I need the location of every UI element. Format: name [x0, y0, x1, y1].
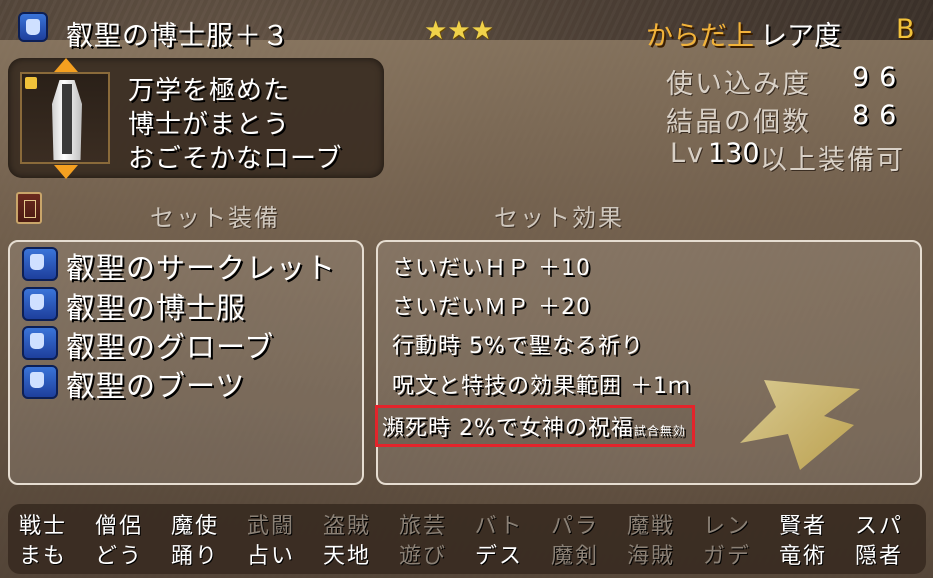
job-label: どう [94, 544, 143, 569]
crystal-value: 86 [852, 100, 907, 131]
usage-label: 使い込み度 [666, 69, 811, 100]
job-label: 竜術 [778, 544, 827, 569]
level-prefix: Lv [670, 138, 706, 169]
job-label: 魔剣 [550, 544, 599, 569]
set-effect-line-highlighted: 瀕死時 2%で女神の祝福試合無効 [375, 405, 695, 447]
item-image [20, 72, 110, 164]
slot-type: からだ上 [646, 21, 754, 52]
job-label: 武闘 [246, 514, 295, 539]
title-bar: 叡聖の博士服＋３ ★★★ からだ上 レア度 B [8, 8, 924, 52]
boot-icon [22, 365, 58, 399]
book-icon[interactable] [16, 192, 42, 224]
job-label: 天地 [322, 544, 371, 569]
body-armor-icon [22, 287, 58, 321]
set-equipment-heading: セット装備 [150, 204, 280, 232]
rarity-stars: ★★★ [424, 16, 494, 46]
rarity-label: レア度 [760, 21, 841, 52]
set-item-name: 叡聖のグローブ [66, 330, 275, 364]
set-effect-heading: セット効果 [494, 204, 624, 232]
set-effect-text: 瀕死時 2%で女神の祝福 [382, 416, 634, 441]
job-label: 賢者 [778, 514, 827, 539]
set-item-name: 叡聖のブーツ [66, 369, 246, 403]
job-label: 隠者 [854, 544, 903, 569]
job-label: レン [702, 514, 751, 539]
job-label: パラ [550, 514, 599, 539]
body-armor-icon [18, 12, 48, 42]
scroll-up-arrow-icon[interactable] [54, 58, 78, 72]
level-suffix: 以上装備可 [760, 145, 905, 176]
set-effect-line: さいだいＨＰ ＋10 [392, 256, 591, 281]
crystal-label: 結晶の個数 [666, 107, 811, 138]
usage-value: 96 [852, 62, 907, 93]
job-label: 魔使 [170, 514, 219, 539]
job-label: スパ [854, 514, 903, 539]
set-effect-note: 試合無効 [633, 424, 686, 438]
glove-icon [22, 326, 58, 360]
set-effect-line: 行動時 5%で聖なる祈り [392, 334, 644, 359]
job-label: デス [474, 544, 523, 569]
lock-icon [25, 77, 37, 89]
helmet-icon [22, 247, 58, 281]
job-label: ガデ [702, 544, 751, 569]
level-value: 130 [708, 138, 760, 169]
description-line-1: 万学を極めた [128, 76, 291, 106]
job-label: バト [474, 514, 524, 539]
scroll-down-arrow-icon[interactable] [54, 165, 78, 179]
robe-trim [62, 84, 72, 154]
job-label: 旅芸 [398, 514, 447, 539]
job-label: 遊び [398, 544, 447, 569]
description-line-3: おごそかなローブ [128, 144, 343, 174]
job-label: 占い [246, 544, 295, 569]
rarity-value: B [896, 14, 915, 45]
set-item-name: 叡聖のサークレット [66, 251, 337, 285]
job-label: まも [18, 544, 67, 569]
description-line-2: 博士がまとう [128, 110, 291, 140]
job-label: 戦士 [18, 514, 67, 539]
item-name: 叡聖の博士服＋３ [66, 21, 290, 52]
job-label: 踊り [170, 544, 219, 569]
job-label: 僧侶 [94, 514, 143, 539]
job-label: 魔戦 [626, 514, 675, 539]
job-label: 海賊 [626, 544, 675, 569]
set-item-name: 叡聖の博士服 [66, 291, 247, 325]
job-label: 盗賊 [322, 514, 371, 539]
set-effect-line: 呪文と特技の効果範囲 ＋1ｍ [392, 374, 691, 399]
set-effect-line: さいだいＭＰ ＋20 [392, 295, 591, 320]
